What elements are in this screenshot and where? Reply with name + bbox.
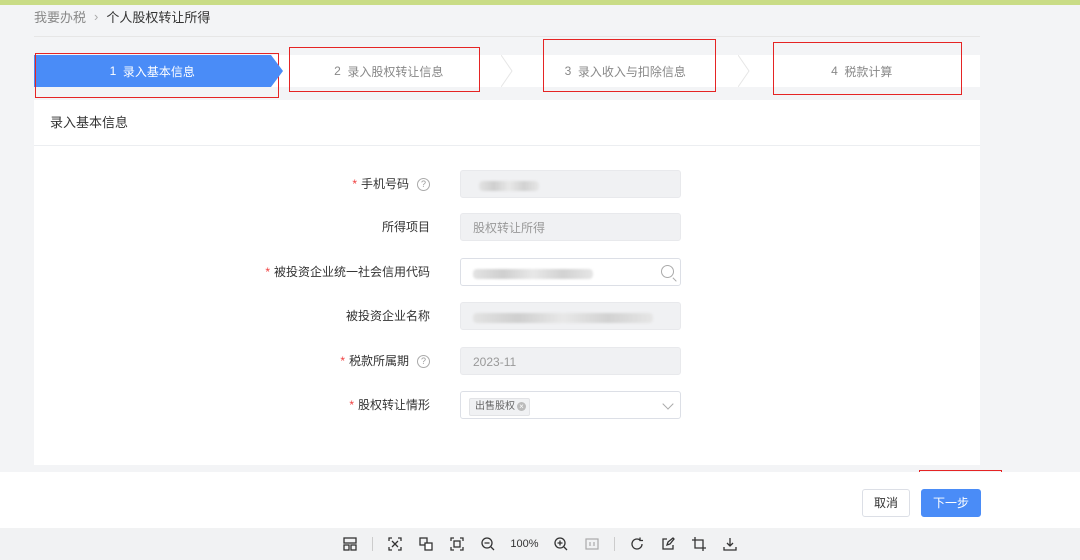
- step-1-number: 1: [109, 64, 117, 78]
- form-row-company-name: 被投资企业名称: [34, 302, 980, 330]
- layout-icon[interactable]: [341, 535, 359, 553]
- zoom-level: 100%: [510, 538, 539, 550]
- transfer-type-select[interactable]: 出售股权 ×: [460, 391, 681, 419]
- breadcrumb: 我要办税 › 个人股权转让所得: [34, 7, 210, 26]
- rotate-icon[interactable]: [628, 535, 646, 553]
- breadcrumb-current: 个人股权转让所得: [106, 10, 211, 25]
- required-mark: *: [265, 265, 270, 279]
- fit-screen-icon[interactable]: [448, 535, 466, 553]
- zoom-in-icon[interactable]: [552, 535, 570, 553]
- download-icon[interactable]: [721, 535, 739, 553]
- tax-period-label-group: * 税款所属期?: [340, 347, 430, 375]
- step-divider-icon: [501, 55, 513, 87]
- breadcrumb-divider: [34, 36, 980, 37]
- transfer-type-label-group: * 股权转让情形: [349, 391, 430, 419]
- company-name-label: 被投资企业名称: [345, 309, 430, 323]
- company-name-field: [460, 302, 681, 330]
- credit-code-label: 被投资企业统一社会信用代码: [273, 265, 430, 279]
- credit-code-input[interactable]: [460, 258, 681, 286]
- step-divider-icon: [737, 55, 750, 87]
- credit-code-label-group: * 被投资企业统一社会信用代码: [265, 258, 430, 286]
- required-mark: *: [340, 354, 345, 368]
- top-accent-bar: [0, 0, 1080, 5]
- chevron-down-icon[interactable]: [662, 398, 674, 410]
- translate-icon[interactable]: [417, 535, 435, 553]
- form-footer: 取消 下一步: [0, 472, 1080, 528]
- breadcrumb-separator-icon: ›: [94, 9, 99, 24]
- required-mark: *: [349, 398, 354, 412]
- toolbar-divider: [613, 537, 615, 551]
- toolbar-divider: [372, 537, 374, 551]
- redacted-value: [479, 180, 539, 191]
- step-3: 3 录入收入与扣除信息: [507, 55, 750, 87]
- step-2: 2 录入股权转让信息: [271, 55, 513, 87]
- step-4-label: 税款计算: [844, 64, 893, 79]
- actual-size-icon[interactable]: [583, 535, 601, 553]
- step-progress: 1 录入基本信息 2 录入股权转让信息 3 录入收入与扣除信息 4 税款计算: [34, 55, 980, 87]
- redacted-value: [473, 312, 653, 323]
- zoom-out-icon[interactable]: [479, 535, 497, 553]
- tax-period-field: 2023-11: [460, 347, 681, 375]
- transfer-type-label: 股权转让情形: [357, 398, 430, 412]
- form-row-transfer-type: * 股权转让情形 出售股权 ×: [34, 391, 980, 419]
- cancel-button[interactable]: 取消: [862, 489, 910, 517]
- help-icon[interactable]: ?: [417, 355, 430, 369]
- phone-label-group: * 手机号码?: [352, 170, 430, 198]
- step-2-label: 录入股权转让信息: [347, 64, 444, 79]
- step-3-number: 3: [564, 64, 572, 78]
- crop-icon[interactable]: [690, 535, 708, 553]
- step-2-number: 2: [334, 64, 341, 78]
- phone-field: [460, 170, 681, 198]
- step-3-label: 录入收入与扣除信息: [577, 64, 686, 79]
- tax-period-label: 税款所属期: [348, 354, 409, 368]
- image-viewer-toolbar: 100%: [0, 528, 1080, 560]
- form-row-credit-code: * 被投资企业统一社会信用代码: [34, 258, 980, 286]
- help-icon[interactable]: ?: [417, 178, 430, 192]
- recognize-icon[interactable]: [386, 535, 404, 553]
- redacted-value: [473, 268, 593, 279]
- required-mark: *: [352, 177, 357, 191]
- breadcrumb-parent[interactable]: 我要办税: [34, 7, 86, 26]
- step-4-number: 4: [831, 64, 838, 78]
- income-item-field: 股权转让所得: [460, 213, 681, 241]
- next-step-button[interactable]: 下一步: [921, 489, 981, 517]
- step-1-label: 录入基本信息: [122, 64, 195, 79]
- selected-tag: 出售股权 ×: [469, 397, 530, 416]
- step-4: 4 税款计算: [744, 55, 981, 87]
- card-title: 录入基本信息: [34, 100, 980, 146]
- form-row-income-item: 所得项目 股权转让所得: [34, 213, 980, 241]
- income-item-label: 所得项目: [381, 220, 430, 234]
- basic-info-card: 录入基本信息 * 手机号码? 所得项目 股权转让所得 * 被投资企业统一社会信用代码…: [34, 100, 980, 465]
- tag-close-icon[interactable]: ×: [517, 402, 526, 412]
- search-icon[interactable]: [661, 265, 674, 278]
- form-row-tax-period: * 税款所属期? 2023-11: [34, 347, 980, 375]
- phone-label: 手机号码: [360, 177, 409, 191]
- selected-tag-label: 出售股权: [475, 400, 515, 412]
- edit-icon[interactable]: [659, 535, 677, 553]
- step-1: 1 录入基本信息: [34, 55, 282, 87]
- form-row-phone: * 手机号码?: [34, 170, 980, 198]
